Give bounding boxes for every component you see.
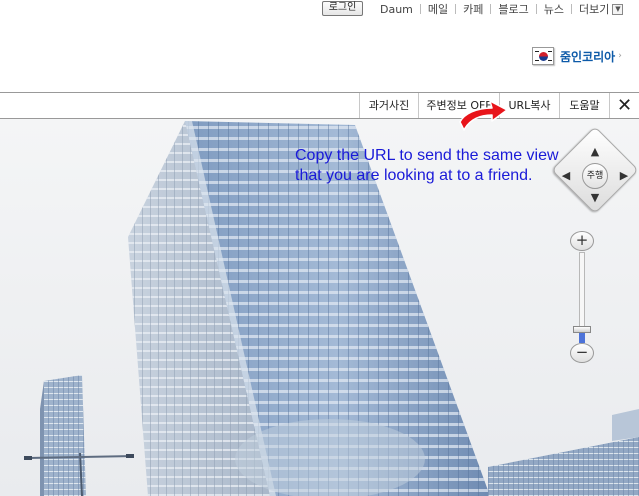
move-up-icon[interactable]: ▲ bbox=[588, 145, 602, 159]
nav-divider bbox=[571, 4, 573, 14]
zoom-level-fill bbox=[579, 332, 585, 343]
roadview-toolbar: 과거사진 주변정보 OFF URL복사 도움말 ✕ bbox=[0, 92, 639, 119]
nav-divider bbox=[455, 4, 457, 14]
zoom-out-button[interactable]: − bbox=[570, 343, 594, 363]
chevron-down-icon[interactable]: ▼ bbox=[612, 3, 624, 15]
nav-divider bbox=[535, 4, 537, 14]
nav-link-cafe[interactable]: 카페 bbox=[463, 1, 483, 17]
nav-link-mail[interactable]: 메일 bbox=[428, 1, 448, 17]
nav-link-blog[interactable]: 블로그 bbox=[498, 1, 528, 17]
move-down-icon[interactable]: ▼ bbox=[588, 191, 602, 205]
zoom-slider[interactable]: + − bbox=[570, 231, 594, 363]
service-links: Daum 메일 카페 블로그 뉴스 더보기 ▼ bbox=[380, 1, 624, 17]
move-left-icon[interactable]: ◀ bbox=[559, 169, 573, 183]
past-photos-button[interactable]: 과거사진 bbox=[359, 93, 418, 118]
direction-pad[interactable]: ▲ ▼ ◀ ▶ 주행 bbox=[551, 126, 639, 214]
nav-divider bbox=[419, 4, 421, 14]
move-right-icon[interactable]: ▶ bbox=[617, 169, 631, 183]
zoom-in-button[interactable]: + bbox=[570, 231, 594, 251]
pointer-arrow-icon bbox=[459, 100, 508, 131]
login-button[interactable]: 로그인 bbox=[322, 1, 363, 16]
korea-flag-icon bbox=[532, 47, 554, 65]
nav-link-news[interactable]: 뉴스 bbox=[544, 1, 564, 17]
drive-button[interactable]: 주행 bbox=[582, 163, 608, 189]
top-navigation: 로그인 Daum 메일 카페 블로그 뉴스 더보기 ▼ bbox=[0, 0, 639, 18]
zoom-handle[interactable] bbox=[573, 325, 591, 333]
help-annotation-text: Copy the URL to send the same view that … bbox=[295, 147, 559, 184]
nav-link-more[interactable]: 더보기 bbox=[579, 1, 609, 17]
chevron-right-icon: › bbox=[618, 51, 622, 61]
help-button[interactable]: 도움말 bbox=[559, 93, 609, 118]
nav-link-daum[interactable]: Daum bbox=[380, 3, 413, 16]
joinkorea-link[interactable]: 줌인코리아 › bbox=[532, 46, 622, 66]
nav-divider bbox=[490, 4, 492, 14]
close-icon[interactable]: ✕ bbox=[609, 93, 639, 118]
joinkorea-label[interactable]: 줌인코리아 bbox=[560, 48, 615, 65]
